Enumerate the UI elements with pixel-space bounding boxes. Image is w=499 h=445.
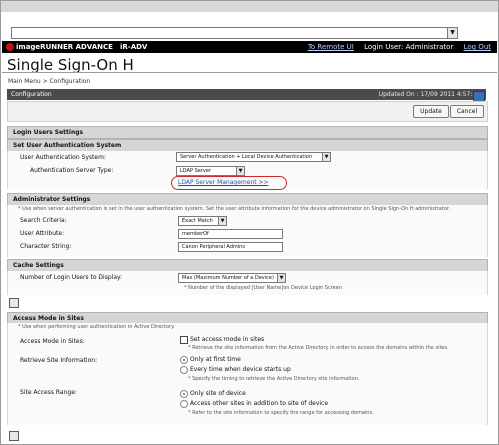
logout-link[interactable]: Log Out bbox=[464, 43, 491, 51]
chevron-down-icon: ▼ bbox=[447, 28, 457, 38]
number-login-users-note: * Number of the displayed [User Name]on … bbox=[184, 285, 342, 291]
collapse-icon[interactable] bbox=[9, 431, 19, 441]
range-note: * Refer to the site information to speci… bbox=[188, 410, 374, 416]
user-auth-system-title: Set User Authentication System bbox=[13, 142, 122, 149]
cache-settings-row: Number of Login Users to Display: Max (M… bbox=[7, 271, 488, 295]
site-access-range-label: Site Access Range: bbox=[20, 389, 77, 396]
user-attribute-input[interactable]: memberOf bbox=[178, 229, 283, 239]
cache-settings-title: Cache Settings bbox=[13, 262, 64, 269]
number-login-users-label: Number of Login Users to Display: bbox=[20, 274, 123, 281]
button-bar: Update Cancel bbox=[7, 101, 488, 122]
range-only-site-label: Only site of device bbox=[190, 390, 246, 397]
retrieve-note: * Specify the timing to retrieve the Act… bbox=[188, 376, 360, 382]
config-label: Configuration bbox=[11, 91, 52, 98]
model-name: iR-ADV bbox=[120, 43, 148, 51]
remote-ui-link[interactable]: To Remote UI bbox=[308, 43, 354, 51]
user-auth-system-label: User Authentication System: bbox=[20, 154, 106, 161]
range-only-site-radio[interactable] bbox=[180, 390, 188, 398]
product-name: imageRUNNER ADVANCE bbox=[16, 43, 113, 51]
number-login-users-select[interactable]: Max (Maximum Number of a Device) ▼ bbox=[178, 273, 286, 283]
chevron-down-icon: ▼ bbox=[218, 217, 226, 225]
login-users-section: Login Users Settings bbox=[7, 126, 488, 139]
character-string-input[interactable]: Canon Peripheral Admins bbox=[178, 242, 283, 252]
updated-timestamp: Updated On : 17/09 2011 4:57:36 bbox=[378, 91, 480, 98]
auth-server-type-label: Authentication Server Type: bbox=[30, 167, 114, 174]
retrieve-first-time-radio[interactable] bbox=[180, 356, 188, 364]
user-auth-row: User Authentication System: Server Authe… bbox=[7, 151, 488, 190]
range-other-sites-label: Access other sites in addition to site o… bbox=[190, 400, 329, 407]
user-attribute-value: memberOf bbox=[182, 231, 209, 237]
auth-server-type-select[interactable]: LDAP Server ▼ bbox=[176, 166, 245, 176]
browser-frame: ▼ imageRUNNER ADVANCE iR-ADV To Remote U… bbox=[0, 0, 499, 445]
admin-note: * Use when server authentication is set … bbox=[18, 206, 451, 212]
number-login-users-value: Max (Maximum Number of a Device) bbox=[182, 275, 274, 281]
update-button[interactable]: Update bbox=[413, 105, 449, 118]
collapse-icon[interactable] bbox=[9, 298, 19, 308]
chevron-down-icon: ▼ bbox=[236, 167, 244, 175]
header-links: To Remote UI Login User: Administrator L… bbox=[300, 43, 491, 51]
character-string-value: Canon Peripheral Admins bbox=[182, 244, 245, 250]
breadcrumb[interactable]: Main Menu > Configuration bbox=[8, 78, 90, 85]
auth-server-type-value: LDAP Server bbox=[180, 168, 211, 174]
access-mode-row: * Use when performing user authenticatio… bbox=[7, 323, 488, 425]
user-auth-system-select[interactable]: Server Authentication + Local Device Aut… bbox=[176, 152, 331, 162]
user-attribute-label: User Attribute: bbox=[20, 230, 65, 237]
retrieve-site-info-label: Retrieve Site Information: bbox=[20, 357, 98, 364]
admin-settings-row: * Use when server authentication is set … bbox=[7, 205, 488, 257]
header-bar: imageRUNNER ADVANCE iR-ADV To Remote UI … bbox=[2, 41, 497, 53]
login-users-section-title: Login Users Settings bbox=[13, 129, 84, 136]
set-access-mode-note: * Retrieve the site information from the… bbox=[188, 345, 449, 351]
access-mode-note: * Use when performing user authenticatio… bbox=[18, 324, 175, 330]
canon-logo-icon bbox=[6, 43, 14, 51]
login-user-label: Login User: Administrator bbox=[364, 43, 454, 51]
character-string-label: Character String: bbox=[20, 243, 72, 250]
top-select[interactable]: ▼ bbox=[11, 27, 458, 39]
access-mode-label: Access Mode in Sites: bbox=[20, 338, 85, 345]
search-criteria-value: Exact Match bbox=[182, 218, 213, 224]
config-bar: Configuration Updated On : 17/09 2011 4:… bbox=[7, 89, 486, 100]
admin-settings-title: Administrator Settings bbox=[13, 196, 91, 203]
cancel-button[interactable]: Cancel bbox=[450, 105, 484, 118]
user-auth-system-value: Server Authentication + Local Device Aut… bbox=[180, 154, 312, 160]
search-criteria-label: Search Criteria: bbox=[20, 217, 67, 224]
top-strip bbox=[1, 1, 498, 12]
ldap-server-management-link[interactable]: LDAP Server Management >> bbox=[178, 179, 269, 186]
range-other-sites-radio[interactable] bbox=[180, 400, 188, 408]
search-criteria-select[interactable]: Exact Match ▼ bbox=[178, 216, 227, 226]
set-access-mode-label: Set access mode in sites bbox=[190, 336, 265, 343]
retrieve-first-time-label: Only at first time bbox=[190, 356, 241, 363]
set-access-mode-checkbox[interactable] bbox=[180, 336, 188, 344]
chevron-down-icon: ▼ bbox=[277, 274, 285, 282]
chevron-down-icon: ▼ bbox=[322, 153, 330, 161]
retrieve-every-startup-label: Every time when device starts up bbox=[190, 366, 291, 373]
retrieve-every-startup-radio[interactable] bbox=[180, 366, 188, 374]
title-divider bbox=[2, 72, 497, 73]
